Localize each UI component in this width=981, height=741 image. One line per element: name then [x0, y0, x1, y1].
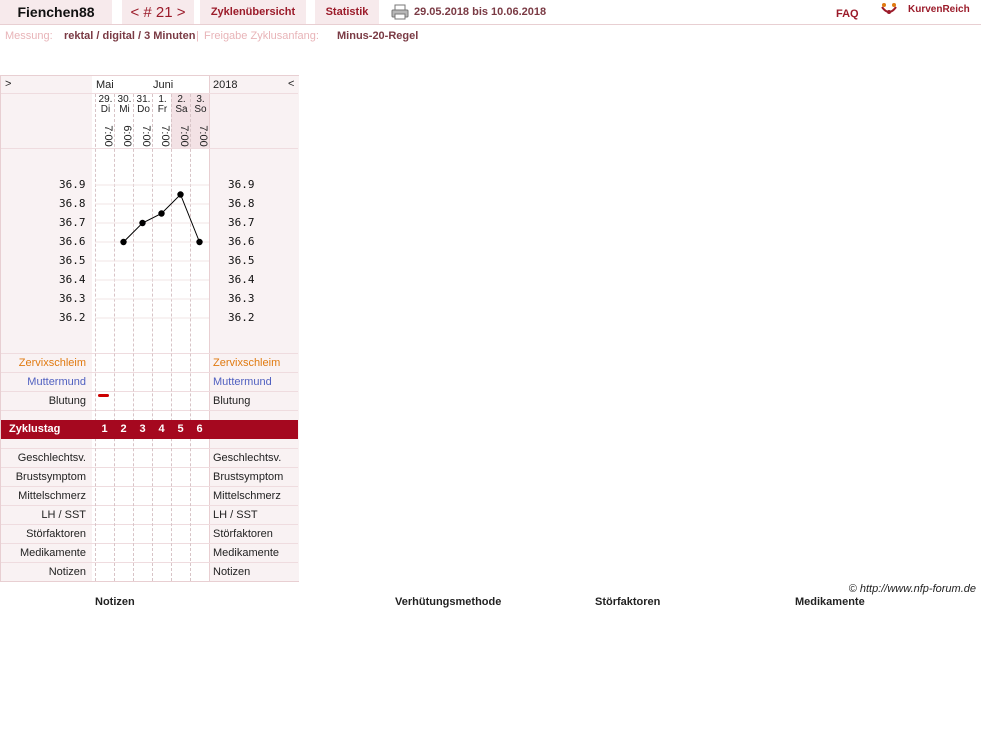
row-label-notizen-right: Notizen: [213, 566, 251, 578]
cycle-day-number: 6: [196, 423, 203, 435]
row-label-stoerfaktoren: Störfaktoren: [26, 528, 86, 540]
row-label-notizen: Notizen: [48, 566, 86, 578]
printer-icon[interactable]: [391, 4, 409, 20]
brand-link[interactable]: KurvenReich: [908, 4, 970, 15]
row-divider: [1, 524, 298, 525]
row-label-mittelschmerz: Mittelschmerz: [18, 490, 86, 502]
row-divider: [1, 467, 298, 468]
footer-medikamente-heading: Medikamente: [795, 596, 865, 608]
temperature-line: [123, 193, 200, 243]
cycle-day-number: 1: [101, 423, 108, 435]
row-label-blutung-right: Blutung: [213, 395, 251, 407]
row-divider: [1, 448, 298, 449]
row-label-lh-sst-right: LH / SST: [213, 509, 258, 521]
row-label-zervixschleim: Zervixschleim: [18, 357, 86, 369]
row-divider: [1, 372, 298, 373]
release-value: Minus-20-Regel: [337, 30, 419, 42]
row-label-medikamente-right: Medikamente: [213, 547, 280, 559]
faq-link[interactable]: FAQ: [836, 8, 859, 20]
cycle-day-number: 5: [177, 423, 184, 435]
row-label-brustsymptom-right: Brustsymptom: [213, 471, 284, 483]
date-range: 29.05.2018 bis 10.06.2018: [414, 6, 547, 18]
footer-notizen-heading: Notizen: [95, 596, 135, 608]
footer-stoerfaktoren-heading: Störfaktoren: [595, 596, 661, 608]
cycle-day-number: 3: [139, 423, 146, 435]
temperature-point: [177, 191, 184, 198]
temperature-point: [196, 238, 203, 246]
footer-verhuetung-heading: Verhütungsmethode: [395, 596, 502, 608]
row-divider: [1, 391, 298, 392]
kurvenreich-logo-icon[interactable]: [880, 1, 898, 19]
temperature-point: [158, 210, 165, 217]
row-divider: [1, 486, 298, 487]
row-label-muttermund: Muttermund: [27, 376, 86, 388]
cycle-day-number: 2: [120, 423, 127, 435]
bleeding-marker[interactable]: [98, 394, 109, 397]
temperature-point: [120, 238, 127, 246]
row-label-mittelschmerz-right: Mittelschmerz: [213, 490, 281, 502]
row-label-brustsymptom: Brustsymptom: [15, 471, 86, 483]
row-label-lh-sst: LH / SST: [41, 509, 86, 521]
tab-statistics[interactable]: Statistik: [315, 0, 379, 24]
copyright-link[interactable]: © http://www.nfp-forum.de: [849, 583, 976, 595]
row-divider: [1, 410, 298, 411]
cycle-day-number: 4: [158, 423, 165, 435]
temperature-point: [139, 219, 146, 227]
row-label-medikamente: Medikamente: [19, 547, 86, 559]
cycle-day-label: Zyklustag: [9, 423, 61, 435]
row-label-geschlechtsverkehr-right: Geschlechtsv.: [213, 452, 282, 464]
row-divider: [1, 543, 298, 544]
row-label-zervixschleim-right: Zervixschleim: [213, 357, 281, 369]
temperature-chart: [95, 184, 209, 319]
row-label-stoerfaktoren-right: Störfaktoren: [213, 528, 273, 540]
row-divider: [1, 505, 298, 506]
row-label-muttermund-right: Muttermund: [213, 376, 272, 388]
row-divider: [1, 562, 298, 563]
row-label-blutung: Blutung: [48, 395, 86, 407]
row-label-geschlechtsverkehr: Geschlechtsv.: [17, 452, 86, 464]
